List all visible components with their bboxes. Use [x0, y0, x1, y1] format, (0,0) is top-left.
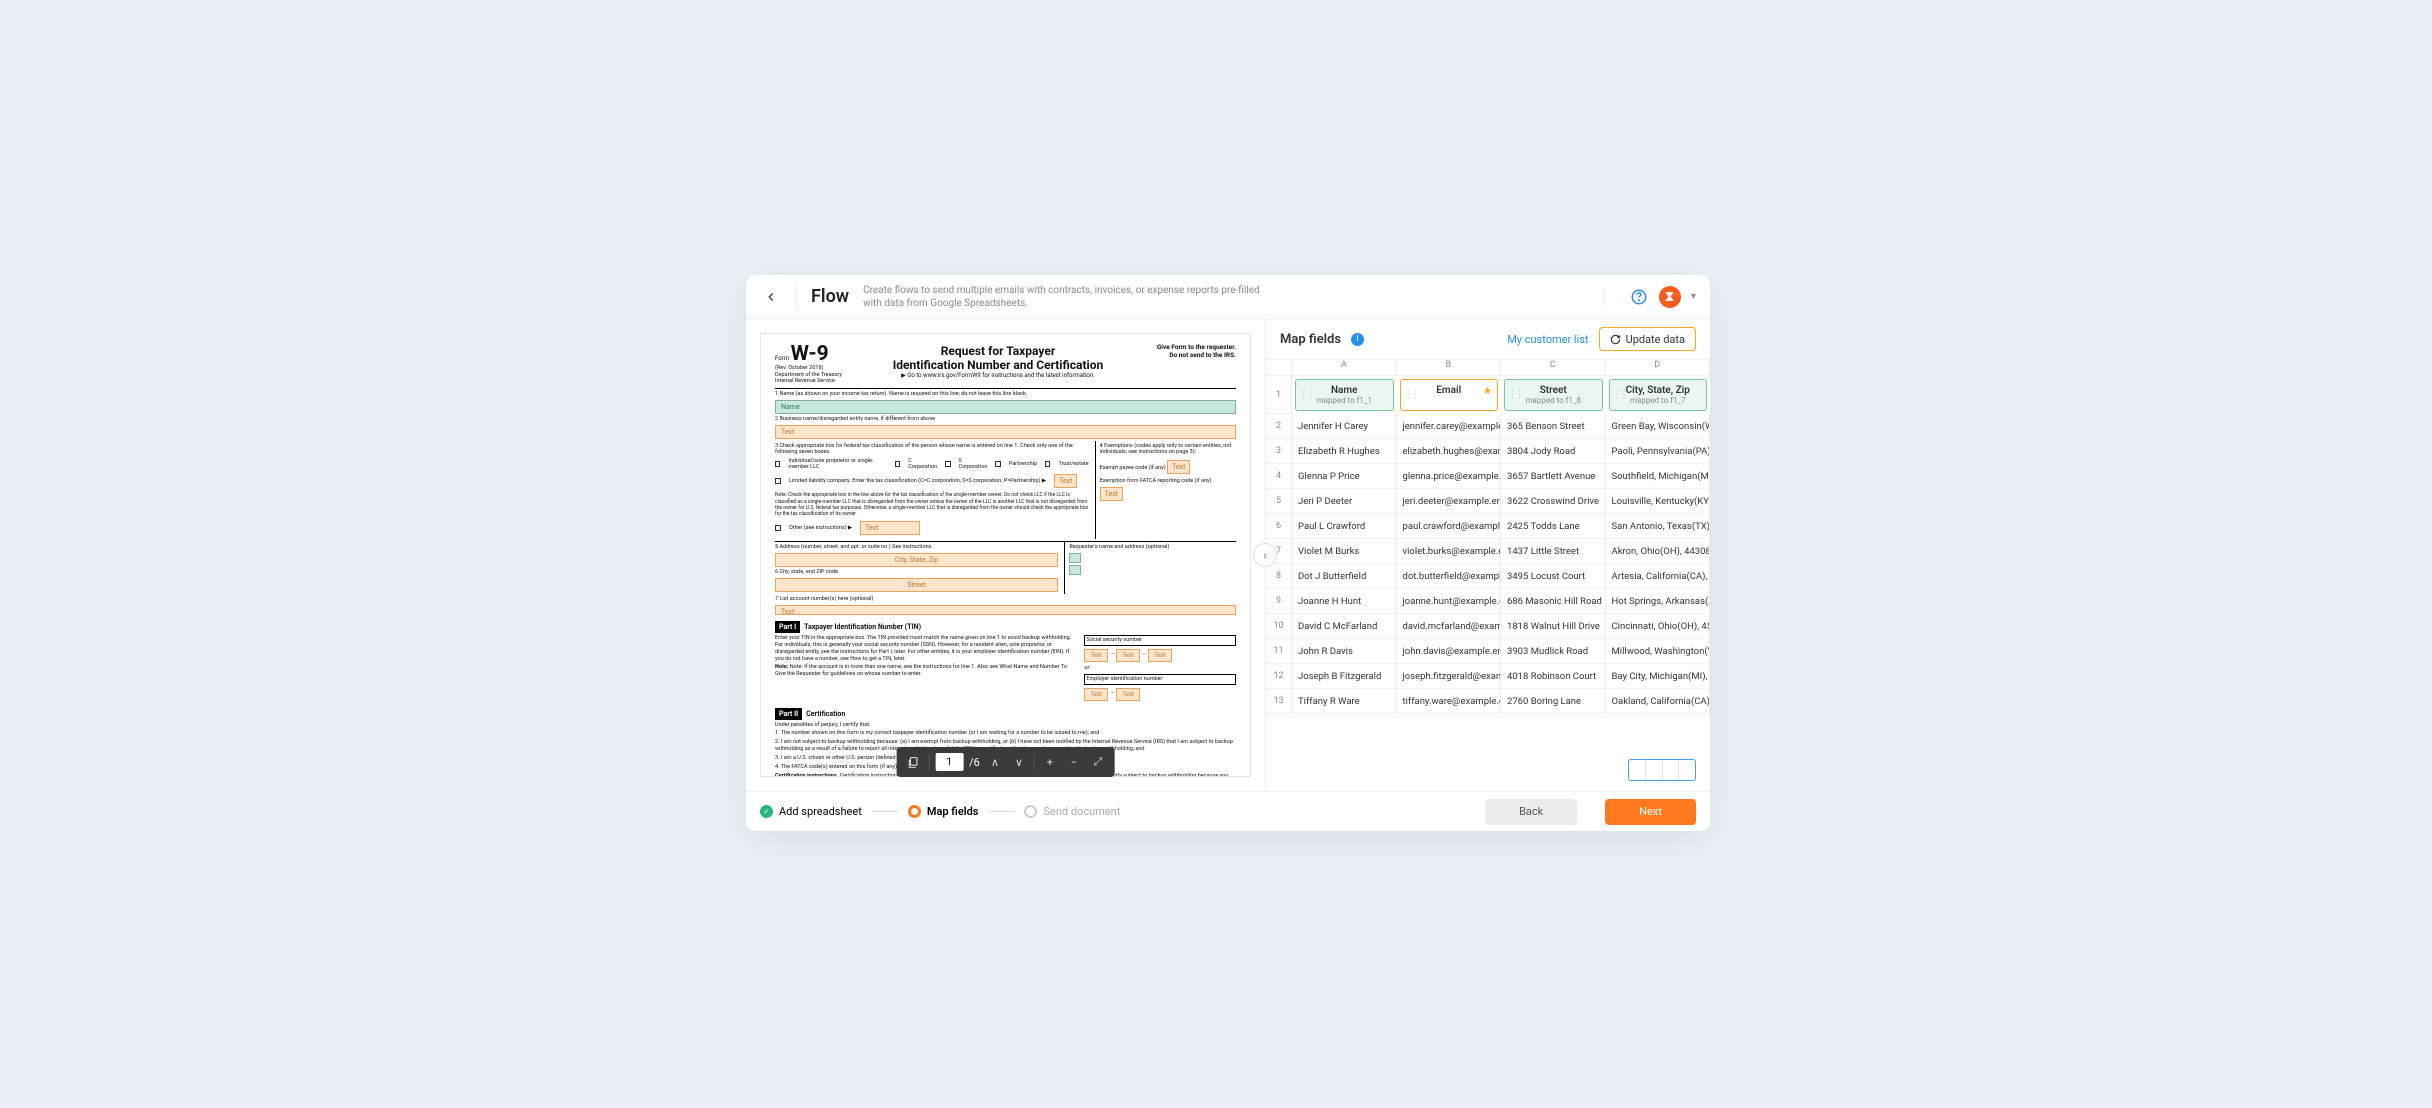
step-map-fields[interactable]: Map fields	[908, 805, 979, 818]
w9-document: Form W-9 (Rev. October 2018) Department …	[760, 333, 1251, 777]
collapse-arrow-icon[interactable]: ›	[1253, 543, 1277, 567]
step-send-document: Send document	[1024, 805, 1120, 818]
footer: ✓Add spreadsheet Map fields Send documen…	[746, 791, 1710, 831]
table-row[interactable]: 7Violet M Burksviolet.burks@example.em14…	[1266, 539, 1710, 564]
table-row[interactable]: 9Joanne H Huntjoanne.hunt@example.em686 …	[1266, 589, 1710, 614]
column-letters: A B C D	[1266, 360, 1710, 376]
page-input[interactable]	[935, 753, 963, 771]
field-name[interactable]: Name	[775, 400, 1236, 414]
map-title: Map fields	[1280, 332, 1341, 347]
step-add-spreadsheet[interactable]: ✓Add spreadsheet	[760, 805, 862, 818]
pdf-toolbar: /6 ∧ ∨ + − ⤢	[896, 747, 1115, 777]
chevron-down-icon[interactable]: ▾	[1691, 291, 1696, 302]
page-up-icon[interactable]: ∧	[986, 753, 1004, 771]
field-street[interactable]: Street	[775, 578, 1058, 592]
info-icon[interactable]: i	[1351, 333, 1364, 346]
customer-list-link[interactable]: My customer list	[1507, 333, 1588, 346]
table-row[interactable]: 13Tiffany R Waretiffany.ware@example.em2…	[1266, 689, 1710, 714]
field-header[interactable]: ⋮⋮Streetmapped to f1_8	[1504, 379, 1603, 411]
fullscreen-icon[interactable]: ⤢	[1089, 753, 1107, 771]
pages-icon[interactable]	[904, 753, 922, 771]
table-row[interactable]: 4Glenna P Priceglenna.price@example.em36…	[1266, 464, 1710, 489]
page-title: Flow	[811, 286, 849, 307]
back-button[interactable]: Back	[1485, 799, 1577, 825]
field-header[interactable]: ⋮⋮Email★	[1400, 379, 1499, 411]
titlebar: Flow Create flows to send multiple email…	[746, 275, 1710, 319]
table-row[interactable]: 8Dot J Butterfielddot.butterfield@exampl…	[1266, 564, 1710, 589]
next-button[interactable]: Next	[1605, 799, 1696, 825]
app-window: Flow Create flows to send multiple email…	[746, 275, 1710, 831]
w9-title: W-9	[791, 342, 829, 366]
update-data-button[interactable]: Update data	[1599, 327, 1696, 351]
page-subtitle: Create flows to send multiple emails wit…	[863, 284, 1273, 310]
mini-pager[interactable]	[1628, 759, 1696, 781]
data-grid: A B C D 1⋮⋮Namemapped to f1_1⋮⋮Email★⋮⋮S…	[1266, 359, 1710, 791]
field-header[interactable]: ⋮⋮City, State, Zipmapped to f1_7	[1609, 379, 1708, 411]
back-icon[interactable]	[760, 286, 782, 308]
brand-logo[interactable]	[1659, 286, 1681, 308]
zoom-in-icon[interactable]: +	[1041, 753, 1059, 771]
table-row[interactable]: 12Joseph B Fitzgeraldjoseph.fitzgerald@e…	[1266, 664, 1710, 689]
help-icon[interactable]	[1629, 287, 1649, 307]
form-label: Form	[775, 355, 789, 362]
page-total: /6	[969, 756, 980, 769]
document-panel: Form W-9 (Rev. October 2018) Department …	[746, 319, 1266, 791]
table-row[interactable]: 3Elizabeth R Hugheselizabeth.hughes@exam…	[1266, 439, 1710, 464]
table-row[interactable]: 11John R Davisjohn.davis@example.em3903 …	[1266, 639, 1710, 664]
table-row[interactable]: 6Paul L Crawfordpaul.crawford@example.em…	[1266, 514, 1710, 539]
field-header[interactable]: ⋮⋮Namemapped to f1_1	[1295, 379, 1394, 411]
table-row[interactable]: 2Jennifer H Careyjennifer.carey@example.…	[1266, 414, 1710, 439]
table-row[interactable]: 10David C McFarlanddavid.mcfarland@examp…	[1266, 614, 1710, 639]
field-csz[interactable]: City, State, Zip	[775, 553, 1058, 567]
page-down-icon[interactable]: ∨	[1010, 753, 1028, 771]
table-row[interactable]: 5Jeri P Deeterjeri.deeter@example.em3622…	[1266, 489, 1710, 514]
field-business[interactable]: Text	[775, 425, 1236, 439]
map-panel: Map fields i My customer list Update dat…	[1266, 319, 1710, 791]
zoom-out-icon[interactable]: −	[1065, 753, 1083, 771]
